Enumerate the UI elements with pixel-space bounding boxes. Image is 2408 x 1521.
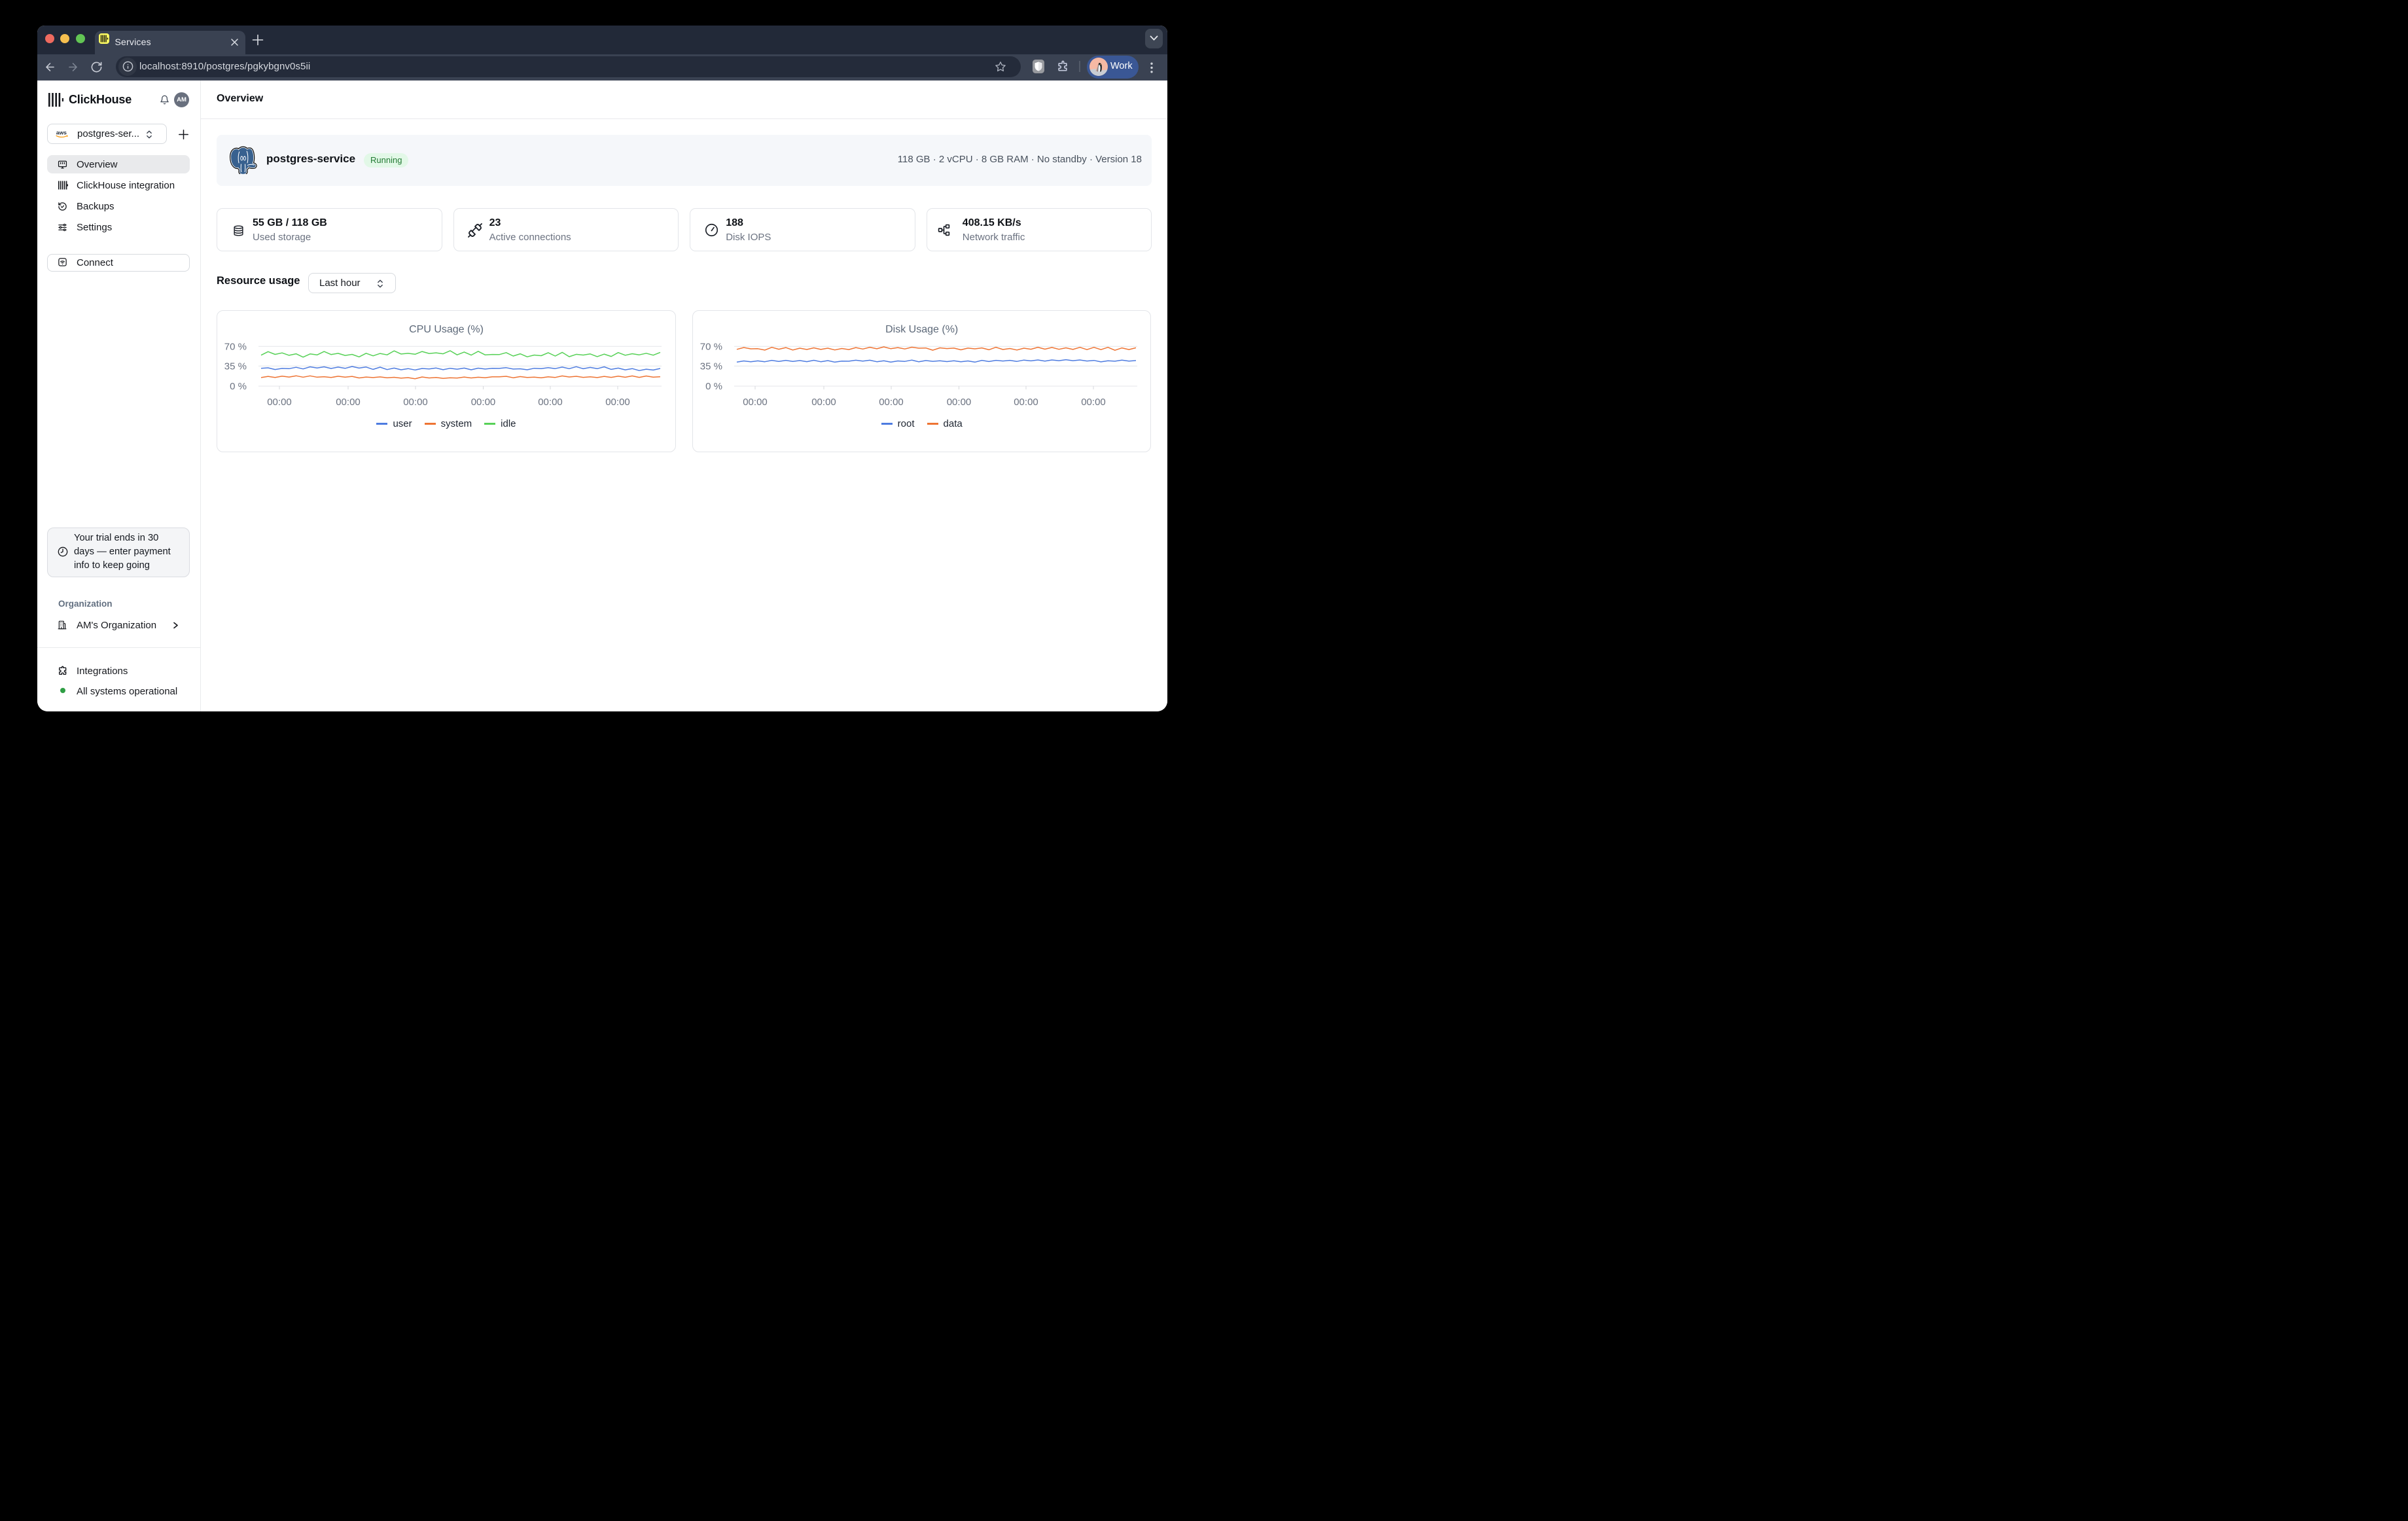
svg-text:70 %: 70 % — [224, 342, 247, 353]
svg-text:0 %: 0 % — [230, 381, 247, 392]
svg-text:00:00: 00:00 — [336, 397, 361, 408]
svg-text:0 %: 0 % — [705, 381, 722, 392]
svg-text:00:00: 00:00 — [267, 397, 292, 408]
svg-text:00:00: 00:00 — [811, 397, 836, 408]
svg-text:00:00: 00:00 — [879, 397, 904, 408]
svg-text:00:00: 00:00 — [605, 397, 630, 408]
svg-text:00:00: 00:00 — [471, 397, 496, 408]
svg-text:00:00: 00:00 — [743, 397, 768, 408]
svg-text:70 %: 70 % — [700, 342, 722, 353]
svg-text:00:00: 00:00 — [1014, 397, 1038, 408]
svg-text:00:00: 00:00 — [947, 397, 972, 408]
svg-text:aws: aws — [56, 129, 67, 135]
svg-text:35 %: 35 % — [700, 361, 722, 372]
svg-text:35 %: 35 % — [224, 361, 247, 372]
svg-text:00:00: 00:00 — [538, 397, 563, 408]
svg-text:00:00: 00:00 — [1081, 397, 1106, 408]
svg-text:00:00: 00:00 — [403, 397, 428, 408]
